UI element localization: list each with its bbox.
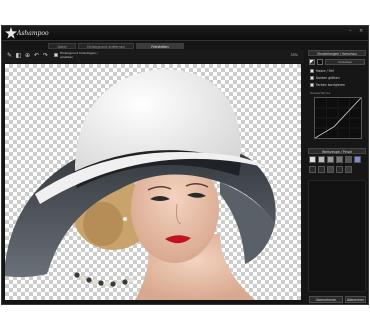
cancel-button[interactable]: Abbrechen xyxy=(345,296,366,303)
brush-swatch[interactable] xyxy=(318,166,325,173)
app-title: Ashampoo xyxy=(17,30,49,37)
tone-curve[interactable] xyxy=(314,97,362,139)
checkbox[interactable] xyxy=(310,69,314,73)
option-smooth-edges[interactable]: Kanten glätten xyxy=(310,76,366,81)
app-logo: Ashampoo xyxy=(5,27,49,39)
brush-swatch[interactable] xyxy=(336,166,343,173)
option-label: Farben korrigieren xyxy=(316,83,346,87)
checkbox[interactable] xyxy=(310,76,314,80)
tab-cutout[interactable]: Freistellen xyxy=(136,43,184,49)
brush-swatch[interactable] xyxy=(345,166,352,173)
brush-swatch[interactable] xyxy=(309,156,316,163)
brush-header: Werkzeuge / Pinsel xyxy=(308,148,366,154)
background-picker-icon[interactable] xyxy=(317,59,323,65)
brush-swatch[interactable] xyxy=(345,156,352,163)
option-hair[interactable]: Haare / Fell xyxy=(310,69,366,74)
undo-icon[interactable]: ↶ xyxy=(33,52,40,59)
foreground-picker-icon[interactable] xyxy=(309,59,315,65)
eraser-tool-icon[interactable]: ◧ xyxy=(15,52,22,59)
tab-file[interactable]: Datei xyxy=(48,43,76,49)
adjust-header: Einstellungen / Vorschau xyxy=(308,50,366,56)
brush-swatch[interactable] xyxy=(336,156,343,163)
brush-tool-icon[interactable]: ✎ xyxy=(6,52,13,59)
zoom-tool-icon[interactable]: ⊕ xyxy=(24,52,31,59)
tab-remove-background[interactable]: Hintergrund entfernen xyxy=(78,43,134,49)
portrait-photo xyxy=(5,69,276,300)
option-label: Hintergrund hinzufügen / ersetzen xyxy=(60,51,98,59)
option-checkbox[interactable] xyxy=(54,53,58,57)
zoom-level: 33% xyxy=(290,53,298,57)
option-label: Haare / Fell xyxy=(316,69,334,73)
brush-grid xyxy=(309,156,365,176)
app-window: Ashampoo – × ✎ ◧ ⊕ ↶ ↷ Hintergrund hinzu… xyxy=(1,25,369,305)
brush-swatch[interactable] xyxy=(327,166,334,173)
preview-button[interactable]: Vorschau xyxy=(325,59,365,65)
right-panel: Einstellungen / Vorschau Vorschau Haare … xyxy=(306,50,368,304)
close-icon[interactable]: × xyxy=(359,29,364,34)
title-bar: Ashampoo – × xyxy=(2,26,368,41)
image-canvas[interactable] xyxy=(5,64,301,300)
curve-label: Tonwertkurve xyxy=(310,91,331,95)
redo-icon[interactable]: ↷ xyxy=(42,52,49,59)
brush-swatch[interactable] xyxy=(318,156,325,163)
option-label: Kanten glätten xyxy=(316,76,340,80)
minimize-icon[interactable]: – xyxy=(349,29,354,34)
brush-swatch[interactable] xyxy=(354,156,361,163)
apply-button[interactable]: Übernehmen xyxy=(309,296,343,303)
star-logo-icon xyxy=(5,27,17,39)
checkbox[interactable] xyxy=(310,83,314,87)
toolbar: ✎ ◧ ⊕ ↶ ↷ Hintergrund hinzufügen / erset… xyxy=(2,50,304,63)
panel-content-area xyxy=(308,180,366,292)
option-color-correct[interactable]: Farben korrigieren xyxy=(310,83,366,88)
brush-swatch[interactable] xyxy=(327,156,334,163)
brush-swatch[interactable] xyxy=(309,166,316,173)
